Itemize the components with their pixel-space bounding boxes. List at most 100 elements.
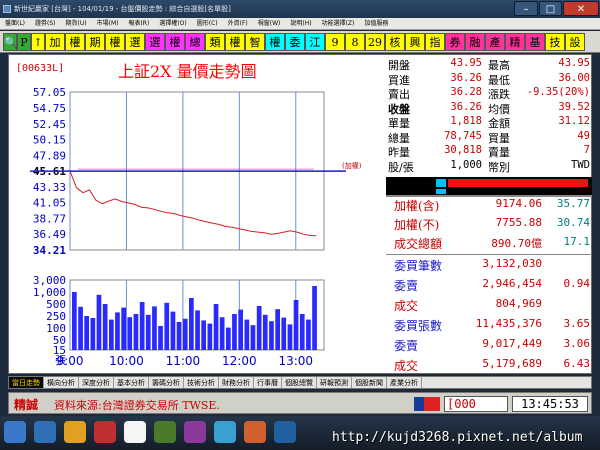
- volume-bar: [195, 310, 200, 350]
- tab-item[interactable]: 產業分析: [387, 377, 422, 388]
- order-ratio: 3.65: [563, 317, 591, 330]
- color-bar-seg: [436, 189, 446, 194]
- quote-value: 31.12: [558, 115, 590, 127]
- toolbar-button[interactable]: 總: [185, 33, 205, 51]
- toolbar-button[interactable]: 29: [365, 33, 385, 51]
- menu-item[interactable]: 選擇權(O): [154, 18, 191, 29]
- menu-item[interactable]: 說明(H): [285, 18, 316, 29]
- order-label: 成交: [394, 359, 419, 373]
- status-label: 精誠: [14, 398, 39, 412]
- tab-item[interactable]: 個股新聞: [352, 377, 387, 388]
- toolbar-button[interactable]: P: [17, 33, 31, 51]
- tab-item[interactable]: 技術分析: [184, 377, 219, 388]
- toolbar-button[interactable]: 選: [145, 33, 165, 51]
- tab-item[interactable]: 當日走勢: [9, 377, 44, 388]
- chart-title: 上証2X 量價走勢圖: [118, 62, 257, 81]
- price-volume-chart[interactable]: 9:00 10:00 11:00 12:00 13:0057.0554.7552.455…: [10, 82, 384, 372]
- ie-icon[interactable]: [34, 421, 56, 443]
- toolbar-button[interactable]: 基: [525, 33, 545, 51]
- toolbar-button[interactable]: 期: [85, 33, 105, 51]
- menu-item[interactable]: 視窗(W): [253, 18, 286, 29]
- toolbar-button[interactable]: 權: [265, 33, 285, 51]
- stock-code: [00633L]: [16, 63, 65, 74]
- tab-item[interactable]: 橫向分析: [44, 377, 79, 388]
- menu-item[interactable]: 期貨(U): [61, 18, 92, 29]
- toolbar-button[interactable]: 委: [285, 33, 305, 51]
- volume-bar: [72, 292, 77, 350]
- toolbar-button[interactable]: 指: [425, 33, 445, 51]
- volume-bar: [201, 320, 206, 350]
- menu-item[interactable]: 證券(S): [30, 18, 61, 29]
- volume-bar: [176, 322, 182, 350]
- app-icon-6[interactable]: [274, 421, 296, 443]
- volume-bar: [133, 314, 139, 350]
- close-button[interactable]: ✕: [563, 1, 599, 16]
- start-icon[interactable]: [4, 421, 26, 443]
- menu-item[interactable]: 報表(R): [123, 18, 154, 29]
- menu-item[interactable]: 圖形(C): [192, 18, 223, 29]
- minimize-button[interactable]: –: [514, 1, 538, 16]
- tab-item[interactable]: 研報預測: [317, 377, 352, 388]
- volume-bar: [84, 316, 89, 350]
- toolbar-button[interactable]: 加: [45, 33, 65, 51]
- toolbar-button[interactable]: 選: [125, 33, 145, 51]
- time-tick-label: 10:00: [109, 354, 144, 368]
- maximize-button[interactable]: □: [539, 1, 562, 16]
- menu-item[interactable]: 功能選擇(Z): [317, 18, 360, 29]
- volume-bar: [312, 286, 317, 350]
- volume-bar: [269, 321, 274, 350]
- toolbar-button[interactable]: ↑: [31, 33, 45, 51]
- toolbar-button[interactable]: 技: [545, 33, 565, 51]
- menu-item[interactable]: 外資(F): [223, 18, 253, 29]
- quote-value: 1,818: [450, 115, 482, 127]
- order-label: 成交: [394, 299, 419, 313]
- price-line: [69, 170, 317, 237]
- toolbar-button[interactable]: 權: [225, 33, 245, 51]
- tab-item[interactable]: 籌碼分析: [149, 377, 184, 388]
- app-icon-2[interactable]: [154, 421, 176, 443]
- menu-item[interactable]: 市場(M): [92, 18, 124, 29]
- folder-icon[interactable]: [64, 421, 86, 443]
- toolbar-button[interactable]: 精: [505, 33, 525, 51]
- toolbar-button[interactable]: 智: [245, 33, 265, 51]
- time-tick-label: 11:00: [166, 354, 201, 368]
- app-icon-4[interactable]: [214, 421, 236, 443]
- toolbar-button[interactable]: 設: [565, 33, 585, 51]
- toolbar-button[interactable]: 核: [385, 33, 405, 51]
- menu-item[interactable]: 加值服務: [359, 18, 393, 29]
- menu-item[interactable]: 盤面(L): [0, 18, 30, 29]
- window-title: 新世紀贏家 [台灣] - 104/01/19 - 台盤價股走勢 : 綜合自選股[…: [14, 5, 231, 13]
- price-tick-label: 57.05: [33, 86, 66, 99]
- toolbar-button[interactable]: 權: [65, 33, 85, 51]
- toolbar-button[interactable]: 類: [205, 33, 225, 51]
- toolbar-button[interactable]: 權: [165, 33, 185, 51]
- tab-item[interactable]: 深度分析: [79, 377, 114, 388]
- volume-bar: [102, 304, 108, 350]
- quote-label: 股/張: [388, 160, 414, 174]
- volume-bar: [275, 309, 280, 350]
- tab-item[interactable]: 個股總覽: [282, 377, 317, 388]
- toolbar-button[interactable]: 🔍: [3, 33, 18, 51]
- toolbar-button[interactable]: 8: [345, 33, 365, 51]
- toolbar-button[interactable]: 產: [485, 33, 505, 51]
- index-change: 35.77: [556, 197, 590, 210]
- toolbar-button[interactable]: 江: [305, 33, 325, 51]
- app-icon-3[interactable]: [184, 421, 206, 443]
- tab-item[interactable]: 財務分析: [219, 377, 254, 388]
- media-icon[interactable]: [94, 421, 116, 443]
- toolbar-button[interactable]: 9: [325, 33, 345, 51]
- volume-bar: [152, 306, 157, 350]
- order-value: 2,946,454: [482, 277, 542, 290]
- tab-item[interactable]: 基本分析: [114, 377, 149, 388]
- price-tick-label: 36.49: [33, 228, 66, 241]
- index-label: 成交總額: [394, 237, 443, 251]
- code-input[interactable]: [000: [444, 396, 508, 412]
- app-icon-5[interactable]: [244, 421, 266, 443]
- toolbar-button[interactable]: 權: [105, 33, 125, 51]
- chrome-icon[interactable]: [124, 421, 146, 443]
- toolbar-button[interactable]: 興: [405, 33, 425, 51]
- toolbar-button[interactable]: 融: [465, 33, 485, 51]
- data-source-text: 資料來源:台灣證券交易所 TWSE.: [54, 399, 220, 412]
- toolbar-button[interactable]: 券: [445, 33, 465, 51]
- tab-item[interactable]: 行事曆: [254, 377, 282, 388]
